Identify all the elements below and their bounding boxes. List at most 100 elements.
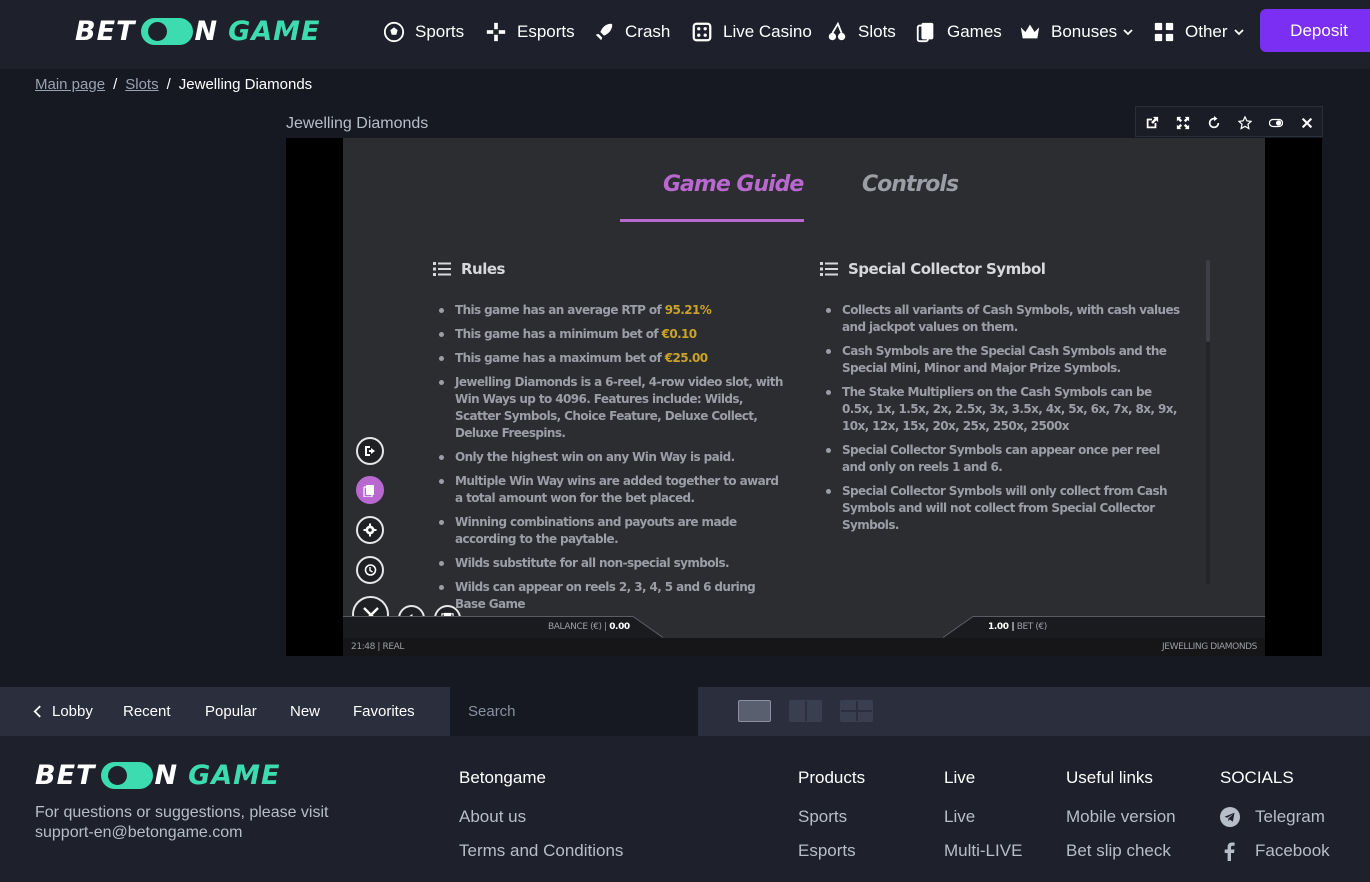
- rule-item: This game has a maximum bet of €25.00: [433, 350, 783, 367]
- tab-game-guide[interactable]: Game Guide: [663, 172, 804, 197]
- view-single-button[interactable]: [738, 700, 771, 722]
- collector-list: Collects all variants of Cash Symbols, w…: [820, 302, 1180, 541]
- footer-heading-useful: Useful links: [1066, 768, 1153, 787]
- footer-link-bet-slip[interactable]: Bet slip check: [1066, 841, 1171, 861]
- game-status-bar: 21:48 | REAL JEWELLING DIAMONDS: [343, 638, 1265, 656]
- footer-link-esports[interactable]: Esports: [798, 841, 856, 861]
- logo-bet-text: BET: [75, 16, 136, 47]
- lobby-favorites[interactable]: Favorites: [353, 703, 415, 720]
- footer-link-facebook[interactable]: Facebook: [1220, 841, 1330, 861]
- nav-games[interactable]: Games: [915, 18, 1002, 46]
- logo-on-text: N: [194, 16, 219, 47]
- rule-item: This game has a minimum bet of €0.10: [433, 326, 783, 343]
- list-icon: [820, 262, 838, 276]
- footer-link-telegram[interactable]: Telegram: [1220, 807, 1325, 827]
- gamepad-icon: [486, 22, 506, 42]
- view-double-button[interactable]: [789, 700, 822, 722]
- game-guide-button[interactable]: [356, 476, 384, 504]
- grid-icon: [1154, 22, 1174, 42]
- lobby-new[interactable]: New: [290, 703, 320, 720]
- history-icon: [364, 564, 377, 576]
- crown-icon: [1020, 24, 1040, 39]
- toggle-icon: [1268, 118, 1283, 127]
- view-grid-button[interactable]: [840, 700, 873, 722]
- nav-slots[interactable]: Slots: [826, 18, 896, 46]
- logo-pill-icon: [101, 762, 154, 789]
- refresh-icon: [1208, 115, 1219, 128]
- game-toolbar: [1135, 106, 1323, 137]
- nav-other[interactable]: Other: [1153, 18, 1254, 46]
- search-box[interactable]: [450, 687, 698, 736]
- footer-link-live[interactable]: Live: [944, 807, 975, 827]
- reload-button[interactable]: [1198, 107, 1229, 138]
- exit-game-button[interactable]: [356, 437, 384, 465]
- lobby-recent[interactable]: Recent: [123, 703, 171, 720]
- breadcrumb-home-link[interactable]: Main page: [35, 76, 105, 93]
- logo-pill-icon: [141, 18, 194, 45]
- footer-logo[interactable]: BET N GAME: [35, 760, 280, 791]
- search-input[interactable]: [468, 703, 698, 720]
- tab-controls[interactable]: Controls: [862, 172, 959, 197]
- telegram-icon: [1220, 807, 1240, 827]
- breadcrumb-slots-link[interactable]: Slots: [125, 76, 158, 93]
- footer-link-multi-live[interactable]: Multi-LIVE: [944, 841, 1022, 861]
- settings-button[interactable]: [356, 516, 384, 544]
- nav-sports[interactable]: Sports: [383, 18, 464, 46]
- footer-link-mobile[interactable]: Mobile version: [1066, 807, 1176, 827]
- game-title: Jewelling Diamonds: [286, 115, 429, 132]
- expand-icon: [1176, 116, 1189, 129]
- collector-rule-item: The Stake Multipliers on the Cash Symbol…: [820, 384, 1180, 435]
- footer-heading-products: Products: [798, 768, 866, 787]
- nav-bonuses[interactable]: Bonuses: [1019, 18, 1143, 46]
- nav-live-casino[interactable]: Live Casino: [691, 18, 812, 46]
- guide-scrollbar-thumb[interactable]: [1206, 260, 1210, 342]
- balance-readout: BALANCE (€) | 0.00: [548, 622, 630, 632]
- footer-heading-betongame: Betongame: [459, 768, 546, 787]
- history-button[interactable]: [356, 556, 384, 584]
- chevron-left-icon: [33, 705, 41, 718]
- favorite-button[interactable]: [1229, 107, 1260, 138]
- theme-toggle-button[interactable]: [1260, 107, 1291, 138]
- dice-icon: [692, 22, 712, 42]
- document-icon: [363, 485, 374, 497]
- game-name-label: JEWELLING DIAMONDS: [1162, 642, 1257, 652]
- collector-rule-item: Special Collector Symbols can appear onc…: [820, 442, 1180, 476]
- collector-rule-item: Cash Symbols are the Special Cash Symbol…: [820, 343, 1180, 377]
- footer-link-terms[interactable]: Terms and Conditions: [459, 841, 623, 861]
- breadcrumb: Main page / Slots / Jewelling Diamonds: [35, 76, 313, 93]
- rule-item: This game has an average RTP of 95.21%: [433, 302, 783, 319]
- footer-heading-socials: SOCIALS: [1220, 768, 1294, 787]
- footer-link-about[interactable]: About us: [459, 807, 526, 827]
- fullscreen-button[interactable]: [1167, 107, 1198, 138]
- rocket-icon: [595, 23, 613, 41]
- list-icon: [433, 262, 451, 276]
- logo-game-text: GAME: [228, 16, 321, 47]
- rule-item: Jewelling Diamonds is a 6-reel, 4-row vi…: [433, 374, 783, 442]
- rules-heading: Rules: [433, 260, 505, 278]
- game-clock: 21:48 | REAL: [351, 642, 405, 652]
- collector-rule-item: Collects all variants of Cash Symbols, w…: [820, 302, 1180, 336]
- lobby-back-button[interactable]: Lobby: [33, 703, 93, 720]
- rule-item: Wilds substitute for all non-special sym…: [433, 555, 783, 572]
- rule-item: Only the highest win on any Win Way is p…: [433, 449, 783, 466]
- nav-crash[interactable]: Crash: [593, 18, 670, 46]
- facebook-icon: [1224, 842, 1235, 861]
- external-link-icon: [1146, 116, 1158, 128]
- deposit-button[interactable]: Deposit: [1260, 9, 1370, 52]
- cherries-icon: [828, 21, 846, 41]
- close-button[interactable]: [1291, 107, 1322, 138]
- lobby-popular[interactable]: Popular: [205, 703, 257, 720]
- star-icon: [1237, 115, 1252, 130]
- bet-readout[interactable]: 1.00 | BET (€): [988, 622, 1047, 632]
- nav-esports[interactable]: Esports: [485, 18, 575, 46]
- chevron-down-icon: [1233, 29, 1244, 36]
- footer-heading-live: Live: [944, 768, 976, 787]
- rule-highlight-value: 95.21%: [664, 303, 712, 317]
- game-bottom-bar: [343, 616, 1265, 638]
- rule-item: Multiple Win Way wins are added together…: [433, 473, 783, 507]
- logout-icon: [365, 446, 375, 456]
- site-logo[interactable]: BET N GAME: [75, 16, 320, 47]
- footer-link-sports[interactable]: Sports: [798, 807, 847, 827]
- cards-icon: [916, 22, 934, 43]
- open-new-window-button[interactable]: [1136, 107, 1167, 138]
